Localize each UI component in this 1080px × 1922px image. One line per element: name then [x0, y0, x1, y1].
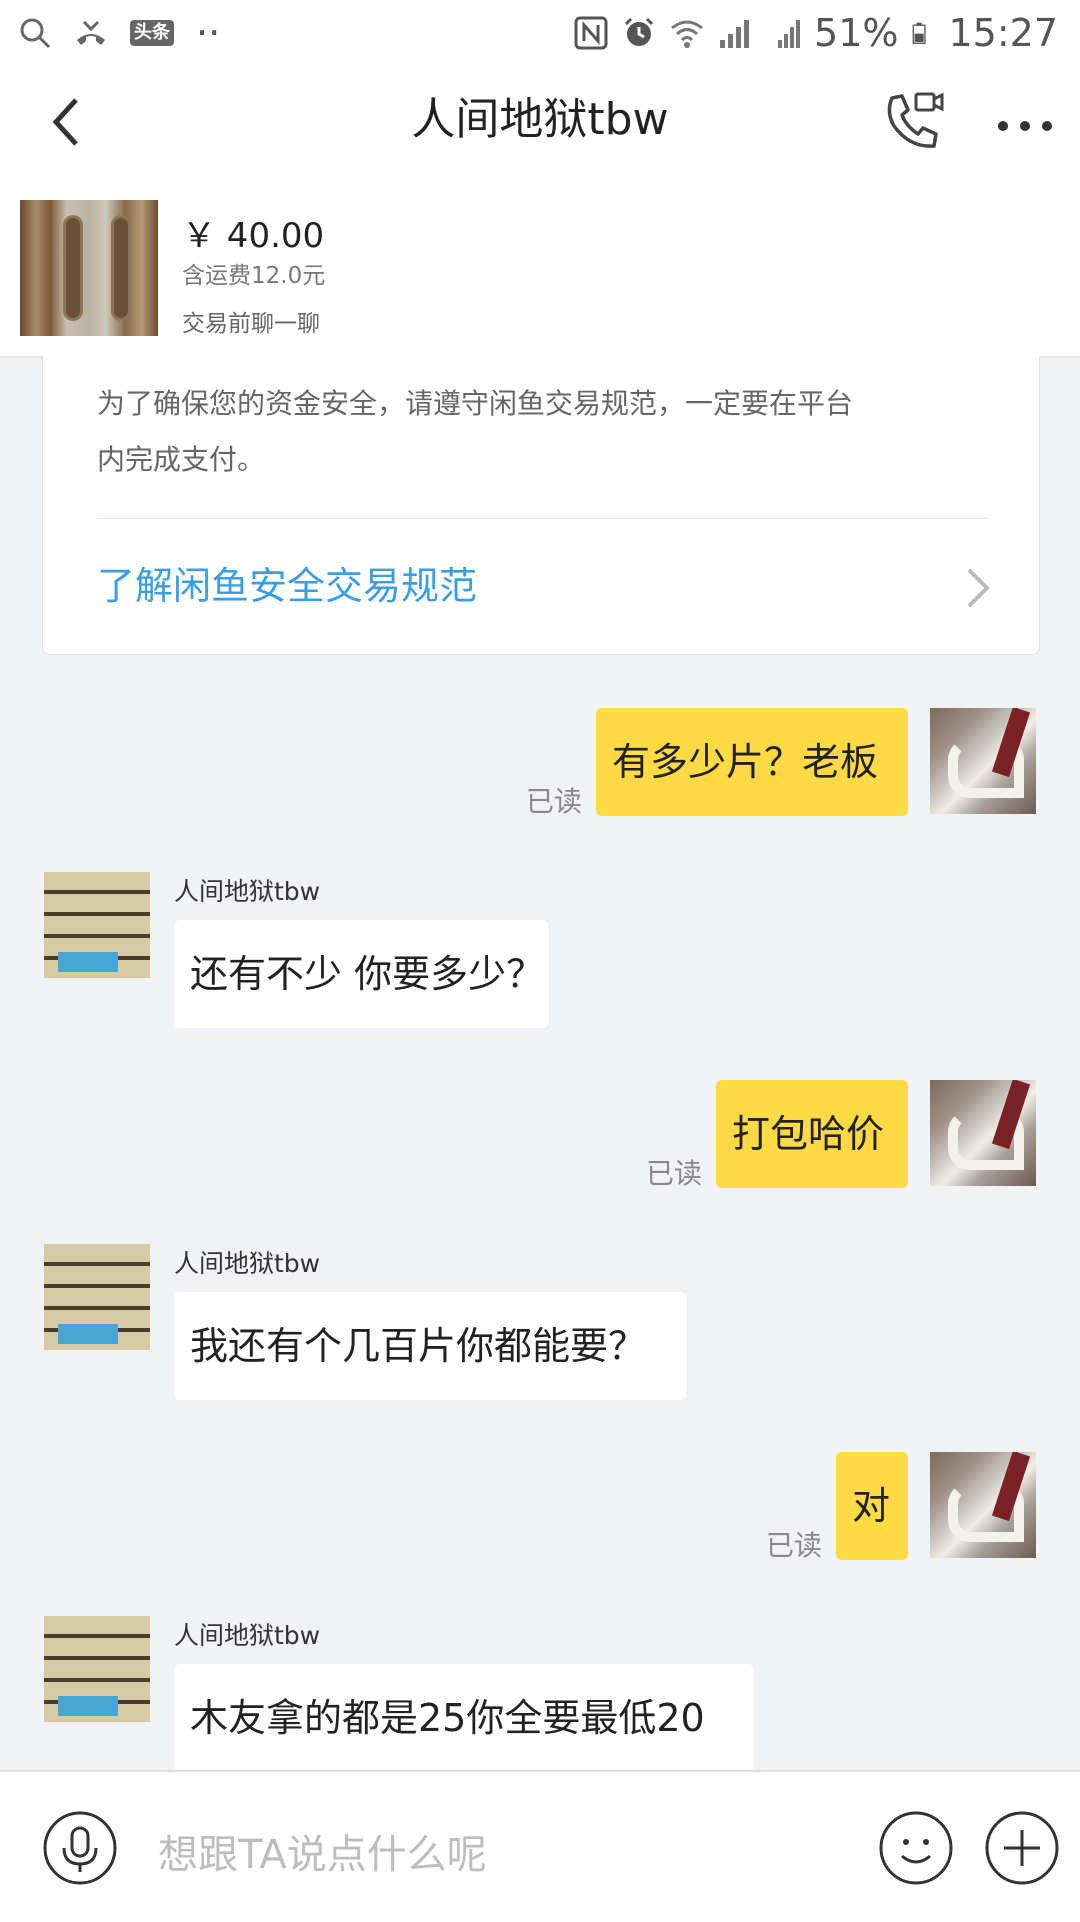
my-avatar[interactable] — [930, 1080, 1036, 1186]
sender-name: 人间地狱tbw — [174, 1621, 321, 1650]
shipping-fee: 含运费12.0元 — [182, 263, 326, 289]
sender-name: 人间地狱tbw — [174, 877, 321, 906]
clock-time: 15:27 — [948, 11, 1058, 55]
chevron-right-icon[interactable] — [963, 566, 993, 610]
wifi-icon — [671, 20, 703, 48]
toutiao-badge-icon: 头条 — [130, 20, 174, 46]
message-bubble-received[interactable]: 我还有个几百片你都能要？ — [174, 1292, 686, 1400]
more-options-icon[interactable] — [994, 96, 1056, 156]
emoji-icon[interactable] — [878, 1810, 954, 1886]
input-bar: 想跟TA说点什么呢 — [0, 1770, 1080, 1922]
status-dots: ·· — [196, 11, 221, 55]
read-status: 已读 — [646, 1157, 703, 1190]
message-bubble-received[interactable]: 木友拿的都是25你全要最低20 — [174, 1664, 754, 1772]
my-avatar[interactable] — [930, 1452, 1036, 1558]
contact-avatar[interactable] — [44, 1244, 150, 1350]
status-bar: 头条 ·· 51% 15:27 — [0, 0, 1080, 66]
read-status: 已读 — [526, 785, 583, 818]
missed-call-icon — [77, 20, 105, 45]
safety-notice-card: 为了确保您的资金安全，请遵守闲鱼交易规范，一定要在平台内完成支付。 了解闲鱼安全… — [42, 356, 1040, 655]
prechat-hint: 交易前聊一聊 — [182, 311, 320, 337]
alarm-icon — [624, 17, 654, 46]
signal-4g-icon — [778, 20, 801, 48]
nfc-icon — [574, 16, 608, 50]
contact-avatar[interactable] — [44, 1616, 150, 1722]
product-price: ￥ 40.00 — [182, 216, 325, 256]
battery-icon — [913, 22, 927, 44]
message-bubble-received[interactable]: 还有不少 你要多少？ — [174, 920, 548, 1028]
phone-video-icon[interactable] — [880, 90, 946, 156]
message-bubble-sent[interactable]: 有多少片？老板 — [596, 708, 908, 816]
signal-icon — [720, 20, 750, 48]
battery-percent: 51% — [814, 11, 899, 55]
safety-notice-text: 为了确保您的资金安全，请遵守闲鱼交易规范，一定要在平台内完成支付。 — [97, 387, 854, 476]
message-bubble-sent[interactable]: 打包哈价 — [716, 1080, 908, 1188]
sender-name: 人间地狱tbw — [174, 1249, 321, 1278]
search-icon — [20, 18, 51, 49]
product-card[interactable]: ￥ 40.00 含运费12.0元 交易前聊一聊 — [0, 178, 1080, 358]
chat-header: 人间地狱tbw — [0, 66, 1080, 178]
product-thumbnail[interactable] — [20, 200, 158, 336]
add-icon[interactable] — [984, 1810, 1060, 1886]
my-avatar[interactable] — [930, 708, 1036, 814]
contact-avatar[interactable] — [44, 872, 150, 978]
divider — [97, 518, 987, 519]
read-status: 已读 — [766, 1529, 823, 1562]
safety-rules-link[interactable]: 了解闲鱼安全交易规范 — [97, 562, 477, 610]
message-bubble-sent[interactable]: 对 — [836, 1452, 908, 1560]
microphone-icon[interactable] — [42, 1810, 118, 1886]
message-input[interactable]: 想跟TA说点什么呢 — [158, 1822, 487, 1880]
